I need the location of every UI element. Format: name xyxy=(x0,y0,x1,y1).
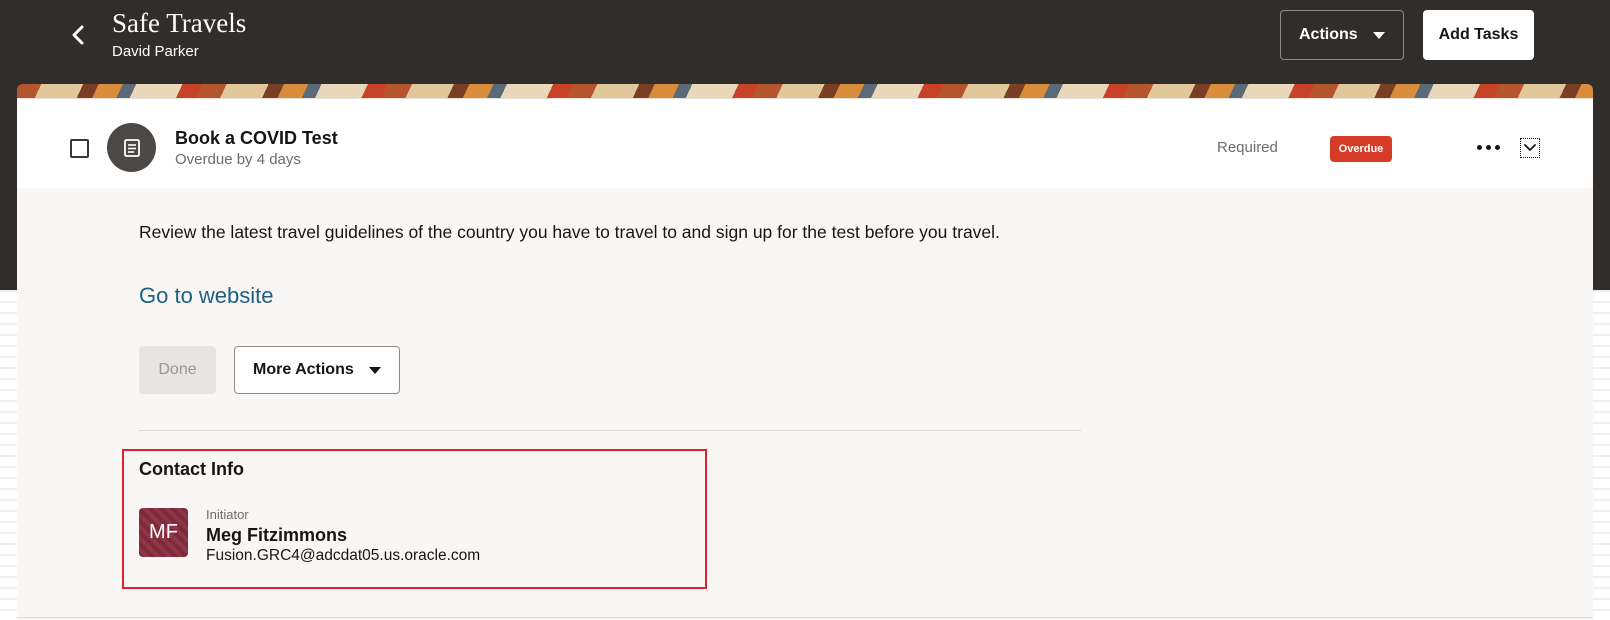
task-title[interactable]: Book a COVID Test xyxy=(175,128,338,149)
contact-name[interactable]: Meg Fitzimmons xyxy=(206,525,347,546)
task-description: Review the latest travel guidelines of t… xyxy=(139,222,1000,242)
page-texture-right xyxy=(1593,290,1610,620)
task-checkbox[interactable] xyxy=(70,139,89,158)
go-to-website-link[interactable]: Go to website xyxy=(139,283,274,309)
chevron-down-icon xyxy=(1524,144,1536,151)
more-actions-button[interactable]: More Actions xyxy=(234,346,400,394)
required-label: Required xyxy=(1217,139,1278,156)
actions-button-label: Actions xyxy=(1299,26,1358,43)
task-card: Book a COVID Test Overdue by 4 days Requ… xyxy=(17,98,1593,620)
avatar: MF xyxy=(139,508,188,557)
overdue-badge: Overdue xyxy=(1330,136,1392,162)
contact-email[interactable]: Fusion.GRC4@adcdat05.us.oracle.com xyxy=(206,547,480,565)
collapse-toggle-button[interactable] xyxy=(1520,138,1540,158)
more-options-button[interactable] xyxy=(1473,135,1503,159)
contact-info-heading: Contact Info xyxy=(139,459,244,479)
decorative-banner xyxy=(17,84,1593,98)
task-status-text: Overdue by 4 days xyxy=(175,151,301,168)
caret-down-icon xyxy=(1373,32,1385,39)
caret-down-icon xyxy=(369,367,381,374)
add-tasks-button[interactable]: Add Tasks xyxy=(1423,10,1534,60)
chevron-left-icon xyxy=(72,25,84,45)
task-card-header: Book a COVID Test Overdue by 4 days Requ… xyxy=(17,98,1593,188)
more-horizontal-icon xyxy=(1485,144,1491,150)
contact-role: Initiator xyxy=(206,507,249,522)
actions-button[interactable]: Actions xyxy=(1280,10,1404,60)
page-texture-left xyxy=(0,290,17,620)
more-horizontal-icon xyxy=(1476,144,1482,150)
document-icon xyxy=(123,138,140,157)
more-horizontal-icon xyxy=(1494,144,1500,150)
card-bottom-border xyxy=(17,617,1593,618)
done-button[interactable]: Done xyxy=(139,346,216,394)
section-divider xyxy=(139,430,1081,431)
task-type-avatar xyxy=(107,123,156,172)
back-button[interactable] xyxy=(62,18,94,52)
page-title: Safe Travels xyxy=(112,8,247,38)
contact-info-section: Contact Info MF Initiator Meg Fitzimmons… xyxy=(122,449,707,589)
page-subtitle: David Parker xyxy=(112,43,199,60)
more-actions-label: More Actions xyxy=(253,361,354,378)
